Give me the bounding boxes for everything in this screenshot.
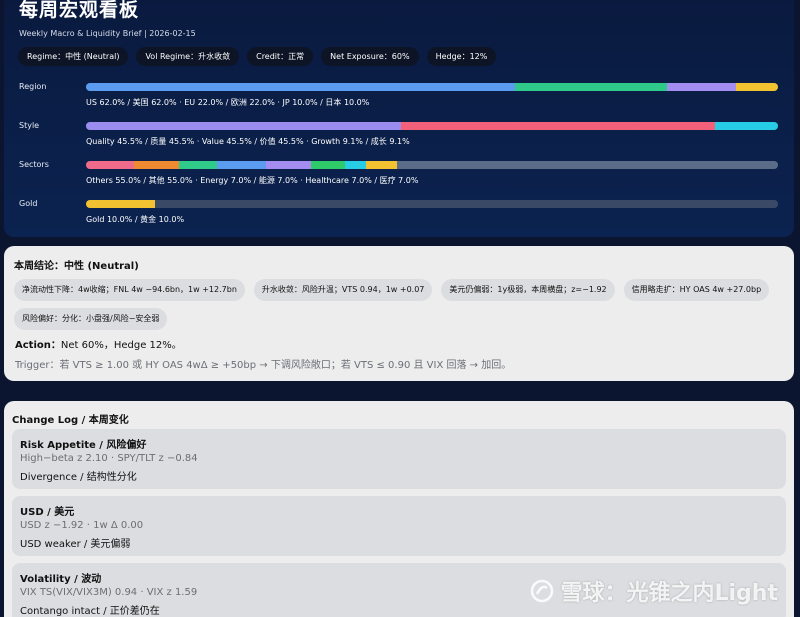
sectors-segment-3 bbox=[217, 161, 266, 169]
snowball-logo-icon bbox=[530, 579, 553, 603]
page-title: 每周宏观看板 bbox=[19, 0, 140, 21]
signal-tag: 美元仍偏弱：1y极弱，本周横盘；z=−1.92 bbox=[441, 279, 615, 301]
signal-tag: 净流动性下降：4w收缩；FNL 4w −94.6bn，1w +12.7bn bbox=[14, 279, 245, 301]
changelog-item-metrics: USD z −1.92 · 1w Δ 0.00 bbox=[20, 520, 144, 531]
gold-segment-0 bbox=[86, 200, 156, 208]
style-segment-1 bbox=[400, 122, 716, 130]
style-bar bbox=[86, 122, 778, 130]
sectors-label: Sectors bbox=[19, 160, 49, 169]
signal-tag: 升水收敛：风险升温；VTS 0.94，1w +0.07 bbox=[253, 279, 433, 301]
style-segment-2 bbox=[715, 122, 778, 130]
chip-net-exposure: Net Exposure：60% bbox=[321, 47, 419, 66]
region-segment-2 bbox=[667, 83, 737, 91]
regime-chips: Regime：中性 (Neutral) Vol Regime：升水收敛 Cred… bbox=[18, 47, 497, 66]
gold-label: Gold bbox=[19, 199, 38, 208]
chip-credit: Credit：正常 bbox=[247, 47, 314, 66]
sectors-segment-1 bbox=[134, 161, 180, 169]
region-label: Region bbox=[19, 82, 47, 91]
chip-hedge: Hedge：12% bbox=[426, 47, 497, 66]
changelog-item-summary: Divergence / 结构性分化 bbox=[20, 472, 137, 483]
changelog-item-metrics: High−beta z 2.10 · SPY/TLT z −0.84 bbox=[20, 453, 198, 464]
sectors-bar bbox=[86, 161, 778, 169]
gold-breakdown: Gold 10.0% / 黄金 10.0% bbox=[86, 215, 185, 224]
sectors-breakdown: Others 55.0% / 其他 55.0% · Energy 7.0% / … bbox=[86, 176, 419, 185]
signal-tags: 净流动性下降：4w收缩；FNL 4w −94.6bn，1w +12.7bn 升水… bbox=[14, 279, 784, 330]
style-breakdown: Quality 45.5% / 质量 45.5% · Value 45.5% /… bbox=[86, 137, 410, 146]
changelog-item: USD / 美元 USD z −1.92 · 1w Δ 0.00 USD wea… bbox=[12, 496, 786, 556]
sectors-segment-6 bbox=[345, 161, 367, 169]
region-breakdown: US 62.0% / 美国 62.0% · EU 22.0% / 欧洲 22.0… bbox=[86, 98, 370, 107]
region-bar bbox=[86, 83, 778, 91]
trigger-line: Trigger：若 VTS ≥ 1.00 或 HY OAS 4wΔ ≥ +50b… bbox=[15, 360, 512, 371]
region-segment-3 bbox=[736, 83, 778, 91]
signal-tag: 信用略走扩：HY OAS 4w +27.0bp bbox=[623, 279, 770, 301]
watermark: 雪球：光锥之内Light bbox=[529, 575, 779, 607]
style-label: Style bbox=[19, 121, 40, 130]
sectors-segment-4 bbox=[265, 161, 311, 169]
conclusion-title: 本周结论：中性 (Neutral) bbox=[14, 261, 139, 272]
changelog-item-title: USD / 美元 bbox=[20, 507, 75, 518]
chip-regime: Regime：中性 (Neutral) bbox=[18, 47, 129, 66]
watermark-text: 雪球：光锥之内Light bbox=[560, 581, 779, 606]
action-line: Action：Net 60%，Hedge 12%。 bbox=[15, 336, 182, 351]
style-segment-0 bbox=[86, 122, 401, 130]
sectors-segment-5 bbox=[310, 161, 346, 169]
region-segment-1 bbox=[515, 83, 668, 91]
changelog-item-summary: Contango intact / 正价差仍在 bbox=[20, 606, 160, 617]
region-segment-0 bbox=[86, 83, 516, 91]
changelog-item: Risk Appetite / 风险偏好 High−beta z 2.10 · … bbox=[12, 429, 786, 489]
gold-bar bbox=[86, 200, 778, 208]
changelog-item-title: Volatility / 波动 bbox=[20, 574, 102, 585]
action-text: Net 60%，Hedge 12%。 bbox=[60, 340, 182, 351]
gold-segment-1 bbox=[155, 200, 778, 208]
signal-tag: 风险偏好：分化：小盘强/风险−安全弱 bbox=[14, 308, 168, 330]
chip-vol-regime: Vol Regime：升水收敛 bbox=[136, 47, 240, 66]
changelog-item-summary: USD weaker / 美元偏弱 bbox=[20, 539, 131, 550]
changelog-item-metrics: VIX TS(VIX/VIX3M) 0.94 · VIX z 1.59 bbox=[20, 587, 198, 598]
changelog-title: Change Log / 本周变化 bbox=[12, 415, 129, 426]
changelog-item-title: Risk Appetite / 风险偏好 bbox=[20, 440, 147, 451]
sectors-segment-0 bbox=[86, 161, 135, 169]
sectors-segment-7 bbox=[366, 161, 398, 169]
dashboard-header-panel: 每周宏观看板 Weekly Macro & Liquidity Brief | … bbox=[4, 0, 794, 237]
sectors-segment-8 bbox=[397, 161, 778, 169]
action-label: Action： bbox=[15, 340, 61, 351]
conclusion-card: 本周结论：中性 (Neutral) 净流动性下降：4w收缩；FNL 4w −94… bbox=[4, 246, 794, 381]
sectors-segment-2 bbox=[179, 161, 218, 169]
page-subtitle: Weekly Macro & Liquidity Brief | 2026-02… bbox=[19, 29, 196, 38]
